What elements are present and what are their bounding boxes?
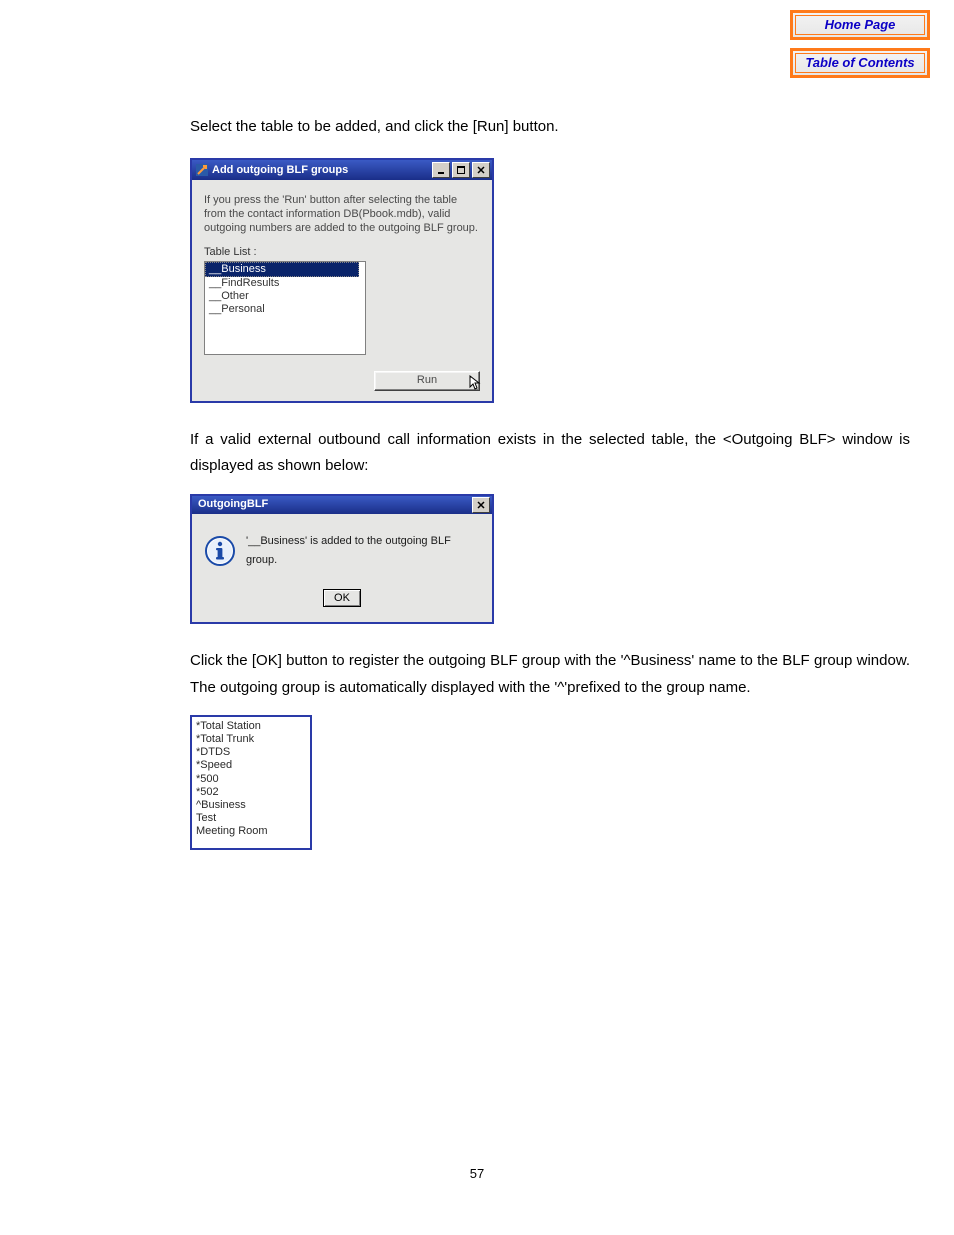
messagebox-text: '__Business' is added to the outgoing BL…: [246, 532, 480, 571]
table-of-contents-button[interactable]: Table of Contents: [790, 48, 930, 78]
dialog-button-row: Run: [204, 371, 480, 391]
list-item: *DTDS: [196, 746, 306, 759]
dialog-instruction-text: If you press the 'Run' button after sele…: [204, 194, 480, 235]
dialog-titlebar: Add outgoing BLF groups: [192, 160, 492, 180]
minimize-button[interactable]: [432, 162, 450, 178]
list-item[interactable]: __FindResults: [205, 277, 365, 290]
paragraph-2: If a valid external outbound call inform…: [190, 427, 910, 480]
list-item: Meeting Room: [196, 825, 306, 838]
outgoing-blf-messagebox: OutgoingBLF: [190, 494, 494, 625]
page-number: 57: [0, 1166, 954, 1181]
table-list[interactable]: __Business __FindResults __Other __Perso…: [204, 261, 366, 355]
main-content: Select the table to be added, and click …: [190, 114, 910, 850]
document-page: Home Page Table of Contents Select the t…: [0, 0, 954, 1235]
list-item: *Total Trunk: [196, 733, 306, 746]
add-outgoing-blf-dialog: Add outgoing BLF groups If you press the…: [190, 158, 494, 403]
home-page-button[interactable]: Home Page: [790, 10, 930, 40]
blf-group-list: *Total Station *Total Trunk *DTDS *Speed…: [190, 715, 312, 851]
messagebox-row: '__Business' is added to the outgoing BL…: [204, 532, 480, 571]
messagebox-titlebar: OutgoingBLF: [192, 496, 492, 514]
messagebox-button-row: OK: [204, 584, 480, 610]
run-button-label: Run: [417, 374, 437, 386]
list-item: *Speed: [196, 759, 306, 772]
app-icon: [196, 164, 208, 176]
ok-button[interactable]: OK: [323, 589, 361, 607]
info-icon: [204, 535, 236, 567]
close-button[interactable]: [472, 497, 490, 513]
list-item: Test: [196, 812, 306, 825]
run-button[interactable]: Run: [374, 371, 480, 391]
cursor-icon: [469, 375, 481, 396]
dialog-body: If you press the 'Run' button after sele…: [192, 180, 492, 401]
paragraph-1: Select the table to be added, and click …: [190, 114, 910, 140]
list-item: *500: [196, 773, 306, 786]
table-list-label: Table List :: [204, 246, 480, 260]
list-item[interactable]: __Personal: [205, 303, 365, 316]
messagebox-body: '__Business' is added to the outgoing BL…: [192, 514, 492, 623]
maximize-button[interactable]: [452, 162, 470, 178]
list-item[interactable]: __Business: [205, 262, 359, 277]
list-item: ^Business: [196, 799, 306, 812]
nav-buttons: Home Page Table of Contents: [790, 10, 930, 78]
close-button[interactable]: [472, 162, 490, 178]
list-item: *502: [196, 786, 306, 799]
messagebox-title: OutgoingBLF: [198, 495, 470, 514]
list-item[interactable]: __Other: [205, 290, 365, 303]
paragraph-3: Click the [OK] button to register the ou…: [190, 648, 910, 701]
dialog-title: Add outgoing BLF groups: [212, 161, 430, 180]
list-item: *Total Station: [196, 720, 306, 733]
